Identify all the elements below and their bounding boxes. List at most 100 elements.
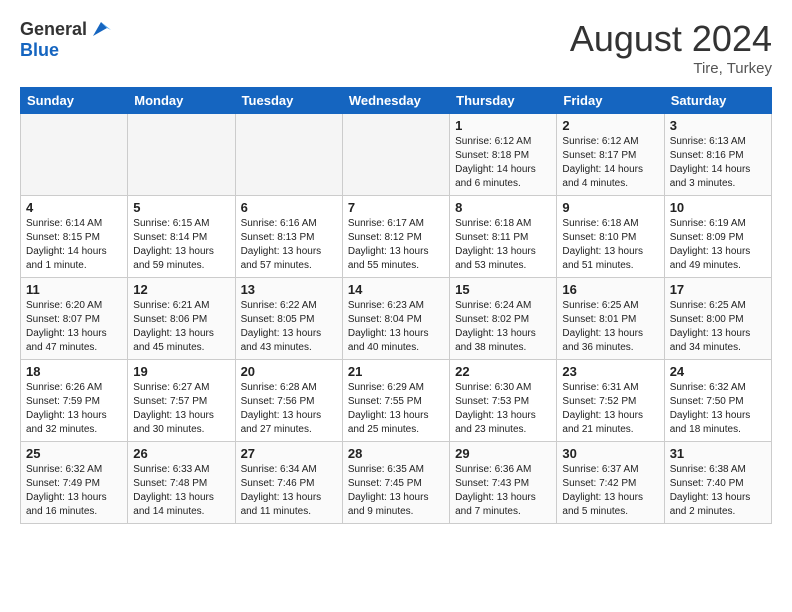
day-cell: 4 Sunrise: 6:14 AM Sunset: 8:15 PM Daylig… <box>21 196 128 278</box>
day-cell <box>128 114 235 196</box>
day-cell: 28Sunrise: 6:35 AM Sunset: 7:45 PM Dayli… <box>342 442 449 524</box>
col-header-wednesday: Wednesday <box>342 88 449 114</box>
day-number: 1 <box>455 118 551 133</box>
col-header-sunday: Sunday <box>21 88 128 114</box>
day-number: 14 <box>348 282 444 297</box>
day-number: 9 <box>562 200 658 215</box>
logo-general-text: General <box>20 19 87 40</box>
location: Tire, Turkey <box>570 60 772 77</box>
day-number: 10 <box>670 200 766 215</box>
col-header-monday: Monday <box>128 88 235 114</box>
day-cell: 18 Sunrise: 6:26 AM Sunset: 7:59 PM Dayli… <box>21 360 128 442</box>
header: General Blue August 2024 Tire, Turkey <box>20 18 772 77</box>
day-cell: 14 Sunrise: 6:23 AM Sunset: 8:04 PM Dayli… <box>342 278 449 360</box>
day-number: 23 <box>562 364 658 379</box>
calendar-table: SundayMondayTuesdayWednesdayThursdayFrid… <box>20 87 772 524</box>
day-cell: 1 Sunrise: 6:12 AM Sunset: 8:18 PM Daylig… <box>450 114 557 196</box>
day-number: 31 <box>670 446 766 461</box>
day-number: 7 <box>348 200 444 215</box>
day-number: 25 <box>26 446 122 461</box>
day-cell: 25 Sunrise: 6:32 AM Sunset: 7:49 PM Dayli… <box>21 442 128 524</box>
month-title: August 2024 <box>570 18 772 60</box>
day-info: Sunrise: 6:29 AM Sunset: 7:55 PM Dayligh… <box>348 381 444 437</box>
day-info: Sunrise: 6:31 AM Sunset: 7:52 PM Dayligh… <box>562 381 658 437</box>
day-number: 16 <box>562 282 658 297</box>
day-info: Sunrise: 6:32 AM Sunset: 7:50 PM Dayligh… <box>670 381 766 437</box>
day-info: Sunrise: 6:24 AM Sunset: 8:02 PM Dayligh… <box>455 299 551 355</box>
day-number: 19 <box>133 364 229 379</box>
day-cell: 11 Sunrise: 6:20 AM Sunset: 8:07 PM Dayli… <box>21 278 128 360</box>
day-cell: 21 Sunrise: 6:29 AM Sunset: 7:55 PM Dayli… <box>342 360 449 442</box>
day-info: Sunrise: 6:14 AM Sunset: 8:15 PM Dayligh… <box>26 217 122 273</box>
day-info: Sunrise: 6:25 AM Sunset: 8:01 PM Dayligh… <box>562 299 658 355</box>
day-cell: 31 Sunrise: 6:38 AM Sunset: 7:40 PM Dayli… <box>664 442 771 524</box>
day-cell: 19Sunrise: 6:27 AM Sunset: 7:57 PM Dayli… <box>128 360 235 442</box>
day-info: Sunrise: 6:30 AM Sunset: 7:53 PM Dayligh… <box>455 381 551 437</box>
day-number: 11 <box>26 282 122 297</box>
day-info: Sunrise: 6:21 AM Sunset: 8:06 PM Dayligh… <box>133 299 229 355</box>
day-info: Sunrise: 6:36 AM Sunset: 7:43 PM Dayligh… <box>455 463 551 519</box>
day-number: 13 <box>241 282 337 297</box>
day-cell: 22 Sunrise: 6:30 AM Sunset: 7:53 PM Dayli… <box>450 360 557 442</box>
day-info: Sunrise: 6:35 AM Sunset: 7:45 PM Dayligh… <box>348 463 444 519</box>
day-cell: 16 Sunrise: 6:25 AM Sunset: 8:01 PM Dayli… <box>557 278 664 360</box>
logo-blue-text: Blue <box>20 40 59 60</box>
header-row: SundayMondayTuesdayWednesdayThursdayFrid… <box>21 88 772 114</box>
day-number: 17 <box>670 282 766 297</box>
day-info: Sunrise: 6:25 AM Sunset: 8:00 PM Dayligh… <box>670 299 766 355</box>
day-info: Sunrise: 6:32 AM Sunset: 7:49 PM Dayligh… <box>26 463 122 519</box>
day-number: 22 <box>455 364 551 379</box>
day-cell <box>21 114 128 196</box>
col-header-thursday: Thursday <box>450 88 557 114</box>
col-header-tuesday: Tuesday <box>235 88 342 114</box>
day-info: Sunrise: 6:15 AM Sunset: 8:14 PM Dayligh… <box>133 217 229 273</box>
day-number: 12 <box>133 282 229 297</box>
week-row-3: 18 Sunrise: 6:26 AM Sunset: 7:59 PM Dayli… <box>21 360 772 442</box>
logo-icon <box>89 18 111 40</box>
day-info: Sunrise: 6:17 AM Sunset: 8:12 PM Dayligh… <box>348 217 444 273</box>
day-cell: 12 Sunrise: 6:21 AM Sunset: 8:06 PM Dayli… <box>128 278 235 360</box>
day-cell: 30 Sunrise: 6:37 AM Sunset: 7:42 PM Dayli… <box>557 442 664 524</box>
day-info: Sunrise: 6:34 AM Sunset: 7:46 PM Dayligh… <box>241 463 337 519</box>
day-cell: 15 Sunrise: 6:24 AM Sunset: 8:02 PM Dayli… <box>450 278 557 360</box>
day-number: 24 <box>670 364 766 379</box>
day-info: Sunrise: 6:20 AM Sunset: 8:07 PM Dayligh… <box>26 299 122 355</box>
day-cell: 9Sunrise: 6:18 AM Sunset: 8:10 PM Daylig… <box>557 196 664 278</box>
day-info: Sunrise: 6:13 AM Sunset: 8:16 PM Dayligh… <box>670 135 766 191</box>
day-cell: 6 Sunrise: 6:16 AM Sunset: 8:13 PM Daylig… <box>235 196 342 278</box>
week-row-1: 4 Sunrise: 6:14 AM Sunset: 8:15 PM Daylig… <box>21 196 772 278</box>
logo: General Blue <box>20 18 111 61</box>
day-info: Sunrise: 6:38 AM Sunset: 7:40 PM Dayligh… <box>670 463 766 519</box>
day-number: 21 <box>348 364 444 379</box>
week-row-4: 25 Sunrise: 6:32 AM Sunset: 7:49 PM Dayli… <box>21 442 772 524</box>
day-number: 15 <box>455 282 551 297</box>
day-info: Sunrise: 6:12 AM Sunset: 8:18 PM Dayligh… <box>455 135 551 191</box>
day-info: Sunrise: 6:18 AM Sunset: 8:11 PM Dayligh… <box>455 217 551 273</box>
day-number: 27 <box>241 446 337 461</box>
day-cell: 27 Sunrise: 6:34 AM Sunset: 7:46 PM Dayli… <box>235 442 342 524</box>
page: General Blue August 2024 Tire, Turkey Su… <box>0 0 792 534</box>
day-number: 4 <box>26 200 122 215</box>
day-number: 5 <box>133 200 229 215</box>
day-cell: 7 Sunrise: 6:17 AM Sunset: 8:12 PM Daylig… <box>342 196 449 278</box>
day-cell: 24 Sunrise: 6:32 AM Sunset: 7:50 PM Dayli… <box>664 360 771 442</box>
day-info: Sunrise: 6:16 AM Sunset: 8:13 PM Dayligh… <box>241 217 337 273</box>
day-number: 6 <box>241 200 337 215</box>
day-cell: 20Sunrise: 6:28 AM Sunset: 7:56 PM Dayli… <box>235 360 342 442</box>
day-cell <box>342 114 449 196</box>
day-cell: 17 Sunrise: 6:25 AM Sunset: 8:00 PM Dayli… <box>664 278 771 360</box>
week-row-0: 1 Sunrise: 6:12 AM Sunset: 8:18 PM Daylig… <box>21 114 772 196</box>
day-info: Sunrise: 6:19 AM Sunset: 8:09 PM Dayligh… <box>670 217 766 273</box>
day-cell: 29Sunrise: 6:36 AM Sunset: 7:43 PM Dayli… <box>450 442 557 524</box>
day-cell <box>235 114 342 196</box>
day-number: 18 <box>26 364 122 379</box>
day-info: Sunrise: 6:23 AM Sunset: 8:04 PM Dayligh… <box>348 299 444 355</box>
day-cell: 5 Sunrise: 6:15 AM Sunset: 8:14 PM Daylig… <box>128 196 235 278</box>
day-number: 30 <box>562 446 658 461</box>
day-number: 26 <box>133 446 229 461</box>
day-info: Sunrise: 6:12 AM Sunset: 8:17 PM Dayligh… <box>562 135 658 191</box>
day-number: 3 <box>670 118 766 133</box>
day-info: Sunrise: 6:37 AM Sunset: 7:42 PM Dayligh… <box>562 463 658 519</box>
day-cell: 8Sunrise: 6:18 AM Sunset: 8:11 PM Daylig… <box>450 196 557 278</box>
day-info: Sunrise: 6:26 AM Sunset: 7:59 PM Dayligh… <box>26 381 122 437</box>
